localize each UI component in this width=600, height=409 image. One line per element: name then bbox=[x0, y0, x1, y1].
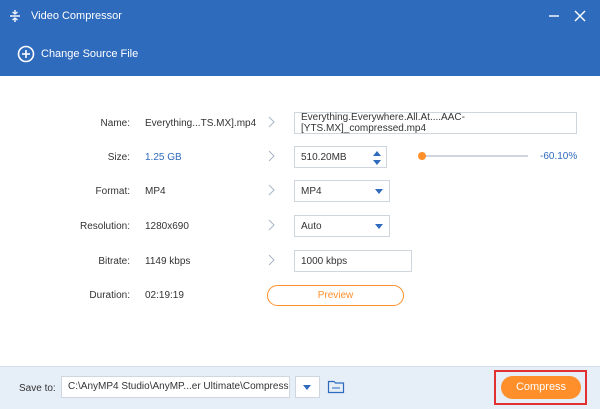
output-size: 510.20MB bbox=[301, 151, 347, 163]
chevron-right-icon bbox=[268, 184, 275, 196]
source-name: Everything...TS.MX].mp4 bbox=[145, 118, 257, 129]
source-header: Change Source File bbox=[0, 33, 600, 76]
chevron-right-icon bbox=[268, 150, 275, 162]
bitrate-label: Bitrate: bbox=[98, 256, 130, 267]
preview-button[interactable]: Preview bbox=[267, 285, 404, 306]
bitrate-field[interactable]: 1000 kbps bbox=[294, 250, 412, 272]
compress-button[interactable]: Compress bbox=[501, 376, 581, 399]
chevron-right-icon bbox=[268, 254, 275, 266]
name-label: Name: bbox=[100, 118, 130, 129]
chevron-down-icon bbox=[303, 385, 311, 390]
save-path-dropdown[interactable] bbox=[295, 376, 320, 398]
close-icon[interactable] bbox=[572, 8, 588, 24]
output-name-field[interactable]: Everything.Everywhere.All.At....AAC-[YTS… bbox=[294, 112, 577, 134]
resolution-label: Resolution: bbox=[79, 221, 130, 232]
size-reduction-percent: -60.10% bbox=[540, 151, 578, 162]
chevron-down-icon bbox=[375, 189, 383, 194]
resolution-select[interactable]: Auto bbox=[294, 215, 390, 237]
size-slider[interactable] bbox=[421, 155, 528, 157]
duration-label: Duration: bbox=[89, 290, 130, 301]
size-label: Size: bbox=[107, 152, 130, 163]
source-format: MP4 bbox=[145, 186, 166, 197]
output-format: MP4 bbox=[301, 185, 322, 197]
format-label: Format: bbox=[95, 186, 130, 197]
plus-circle-icon bbox=[17, 45, 35, 63]
change-source-label: Change Source File bbox=[41, 48, 139, 60]
minimize-icon[interactable] bbox=[546, 8, 562, 24]
save-path-field[interactable]: C:\AnyMP4 Studio\AnyMP...er Ultimate\Com… bbox=[61, 376, 290, 398]
source-bitrate: 1149 kbps bbox=[145, 256, 191, 267]
size-slider-handle[interactable] bbox=[418, 152, 426, 160]
change-source-button[interactable]: Change Source File bbox=[17, 43, 138, 65]
window-title: Video Compressor bbox=[31, 10, 122, 22]
size-stepper[interactable]: 510.20MB bbox=[294, 146, 387, 168]
footer-bar: Save to: C:\AnyMP4 Studio\AnyMP...er Ult… bbox=[0, 366, 600, 409]
title-bar: Video Compressor bbox=[0, 0, 600, 33]
chevron-down-icon bbox=[375, 224, 383, 229]
compressor-icon bbox=[10, 10, 20, 22]
save-to-label: Save to: bbox=[19, 383, 56, 394]
stepper-arrows-icon[interactable] bbox=[372, 150, 382, 166]
compress-settings: Name: Everything...TS.MX].mp4 Everything… bbox=[0, 76, 600, 366]
folder-icon[interactable] bbox=[327, 379, 345, 394]
chevron-right-icon bbox=[268, 116, 275, 128]
chevron-right-icon bbox=[268, 219, 275, 231]
source-size: 1.25 GB bbox=[145, 152, 182, 163]
output-resolution: Auto bbox=[301, 220, 322, 232]
format-select[interactable]: MP4 bbox=[294, 180, 390, 202]
source-duration: 02:19:19 bbox=[145, 290, 184, 301]
source-resolution: 1280x690 bbox=[145, 221, 189, 232]
